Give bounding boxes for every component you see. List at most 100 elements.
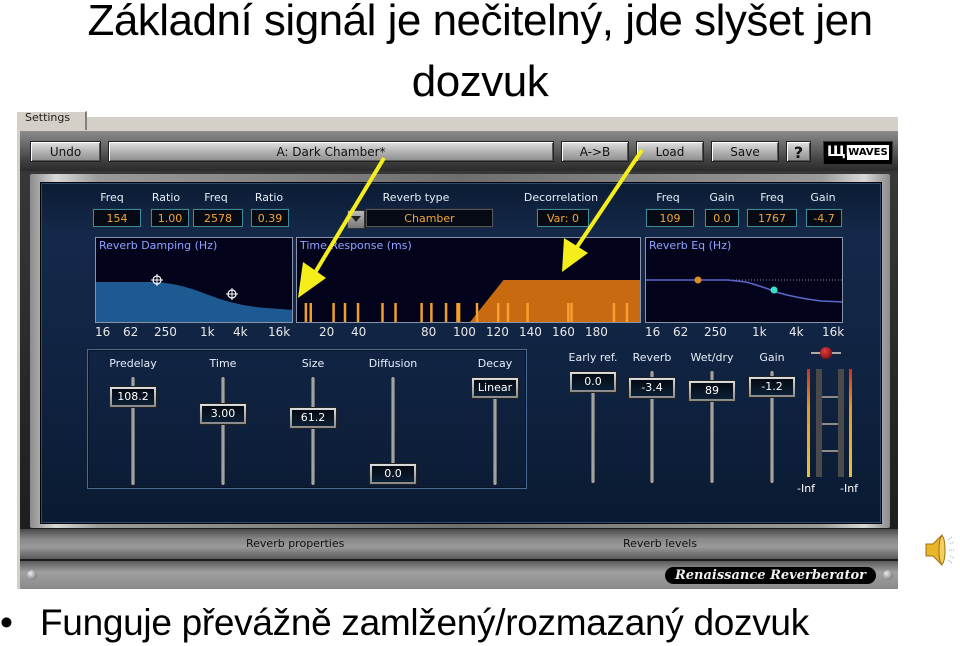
section-caption-bar: Reverb properties Reverb levels bbox=[20, 529, 898, 559]
properties-fader-handle[interactable]: 3.00 bbox=[199, 402, 247, 425]
properties-fader-value: Linear bbox=[474, 380, 516, 396]
damping-point-2[interactable] bbox=[226, 288, 238, 300]
eq-gain1-label: Gain bbox=[709, 191, 735, 204]
damping-freq1-label: Freq bbox=[100, 191, 124, 204]
early-reflection-bar bbox=[332, 303, 335, 322]
undo-button[interactable]: Undo bbox=[30, 141, 101, 162]
plugin-frame: Freq Ratio Freq Ratio 154 1.00 2578 0.39… bbox=[30, 174, 890, 528]
eq-axis-250: 250 bbox=[704, 325, 727, 339]
properties-fader-track[interactable] bbox=[311, 377, 315, 485]
plugin-body: Undo A: Dark Chamber* A->B Load Save ? Щ… bbox=[20, 131, 898, 589]
load-button[interactable]: Load bbox=[636, 141, 704, 162]
time-axis-100: 100 bbox=[453, 325, 476, 339]
reverb-damping-graph[interactable]: Reverb Damping (Hz) bbox=[95, 237, 293, 323]
eq-axis-1k: 1k bbox=[752, 325, 767, 339]
early-reflection-bar bbox=[381, 303, 384, 322]
preset-name-field[interactable]: A: Dark Chamber* bbox=[108, 141, 554, 162]
early-reflection-bar bbox=[625, 303, 629, 322]
properties-fader-handle[interactable]: 0.0 bbox=[369, 463, 417, 485]
damping-graph-title: Reverb Damping (Hz) bbox=[99, 239, 218, 252]
meter-tick bbox=[822, 423, 838, 425]
early-reflection-bar bbox=[444, 303, 448, 322]
decorrelation-label: Decorrelation bbox=[523, 191, 599, 204]
early-reflection-bar bbox=[612, 303, 616, 322]
properties-fader-handle[interactable]: 108.2 bbox=[109, 385, 157, 408]
tab-settings[interactable]: Settings bbox=[17, 111, 87, 130]
damping-axis-62: 62 bbox=[123, 325, 139, 339]
levels-fader-handle[interactable]: -1.2 bbox=[748, 375, 796, 398]
eq-point-high[interactable] bbox=[770, 286, 778, 294]
properties-fader-value: 61.2 bbox=[292, 410, 334, 427]
time-graph-title: Time Response (ms) bbox=[300, 239, 412, 252]
early-reflection-bar bbox=[420, 303, 423, 322]
levels-fader-handle[interactable]: -3.4 bbox=[628, 377, 676, 400]
save-button[interactable]: Save bbox=[711, 141, 779, 162]
waves-logo-text: WAVES bbox=[847, 145, 889, 160]
eq-point-low[interactable] bbox=[694, 276, 702, 284]
early-reflection-bar bbox=[475, 303, 479, 322]
early-reflection-bar bbox=[309, 303, 313, 322]
speaker-sound-icon[interactable] bbox=[922, 530, 960, 570]
meter-tick bbox=[822, 396, 838, 398]
levels-fader-handle[interactable]: 0.0 bbox=[569, 371, 617, 393]
meter-right-readout: -Inf bbox=[840, 482, 859, 495]
damping-freq2-label: Freq bbox=[204, 191, 228, 204]
time-axis-140: 140 bbox=[519, 325, 542, 339]
meter-right-bar bbox=[849, 369, 852, 477]
eq-gain1-value[interactable]: 0.0 bbox=[705, 209, 739, 227]
damping-axis-1k: 1k bbox=[200, 325, 215, 339]
early-reflection-bar bbox=[430, 303, 433, 322]
early-reflection-bar bbox=[496, 303, 500, 322]
early-reflection-bar bbox=[457, 303, 461, 322]
eq-graph-title: Reverb Eq (Hz) bbox=[649, 239, 732, 252]
plugin-footer: Renaissance Reverberator bbox=[20, 561, 898, 589]
properties-fader-value: 0.0 bbox=[372, 466, 414, 482]
plugin-toolbar: Undo A: Dark Chamber* A->B Load Save ? Щ… bbox=[20, 131, 898, 171]
reverb-type-select[interactable]: Chamber bbox=[366, 209, 493, 227]
properties-fader-label: Diffusion bbox=[368, 357, 418, 370]
eq-freq1-label: Freq bbox=[656, 191, 680, 204]
time-response-graph[interactable]: Time Response (ms) bbox=[296, 237, 641, 323]
levels-fader-label: Gain bbox=[759, 351, 785, 364]
reverb-type-dropdown-icon[interactable] bbox=[347, 210, 365, 229]
early-reflection-bar bbox=[526, 303, 529, 322]
eq-axis-16: 16 bbox=[645, 325, 661, 339]
damping-freq1-value[interactable]: 154 bbox=[93, 209, 141, 227]
levels-fader-value: 0.0 bbox=[572, 374, 614, 390]
a-to-b-button[interactable]: A->B bbox=[561, 141, 629, 162]
meter-link-button[interactable] bbox=[820, 347, 832, 359]
help-button[interactable]: ? bbox=[786, 141, 811, 162]
time-axis-80: 80 bbox=[421, 325, 437, 339]
properties-fader-label: Size bbox=[301, 357, 325, 370]
reverb-eq-graph[interactable]: Reverb Eq (Hz) bbox=[645, 237, 843, 323]
meter-tick bbox=[822, 450, 838, 452]
damping-ratio2-value[interactable]: 0.39 bbox=[251, 209, 289, 227]
properties-fader-handle[interactable]: 61.2 bbox=[289, 407, 337, 430]
reverb-properties-caption: Reverb properties bbox=[246, 537, 345, 550]
damping-axis-16: 16 bbox=[95, 325, 111, 339]
levels-fader-handle[interactable]: 89 bbox=[688, 380, 736, 402]
decorrelation-value[interactable]: Var: 0 bbox=[537, 209, 589, 227]
time-axis-40: 40 bbox=[351, 325, 367, 339]
meter-left-readout: -Inf bbox=[797, 482, 816, 495]
eq-axis-4k: 4k bbox=[789, 325, 804, 339]
bullet-symbol: • bbox=[0, 602, 13, 643]
damping-freq2-value[interactable]: 2578 bbox=[193, 209, 243, 227]
eq-axis-16k: 16k bbox=[822, 325, 845, 339]
eq-freq1-value[interactable]: 109 bbox=[646, 209, 694, 227]
properties-fader-label: Predelay bbox=[109, 357, 157, 370]
product-name: Renaissance Reverberator bbox=[664, 567, 876, 584]
damping-ratio1-value[interactable]: 1.00 bbox=[151, 209, 189, 227]
eq-freq2-label: Freq bbox=[760, 191, 784, 204]
damping-ratio1-label: Ratio bbox=[151, 191, 181, 204]
early-reflection-bar bbox=[506, 303, 510, 322]
meter-right-rail bbox=[838, 369, 844, 477]
properties-fader-handle[interactable]: Linear bbox=[471, 377, 519, 399]
control-panel: Freq Ratio Freq Ratio 154 1.00 2578 0.39… bbox=[40, 182, 882, 524]
eq-freq2-value[interactable]: 1767 bbox=[747, 209, 797, 227]
properties-fader-track[interactable] bbox=[221, 377, 225, 485]
time-axis-160: 160 bbox=[552, 325, 575, 339]
reverb-levels-caption: Reverb levels bbox=[623, 537, 698, 550]
eq-gain2-value[interactable]: -4.7 bbox=[806, 209, 842, 227]
tab-strip: Settings bbox=[17, 111, 898, 131]
